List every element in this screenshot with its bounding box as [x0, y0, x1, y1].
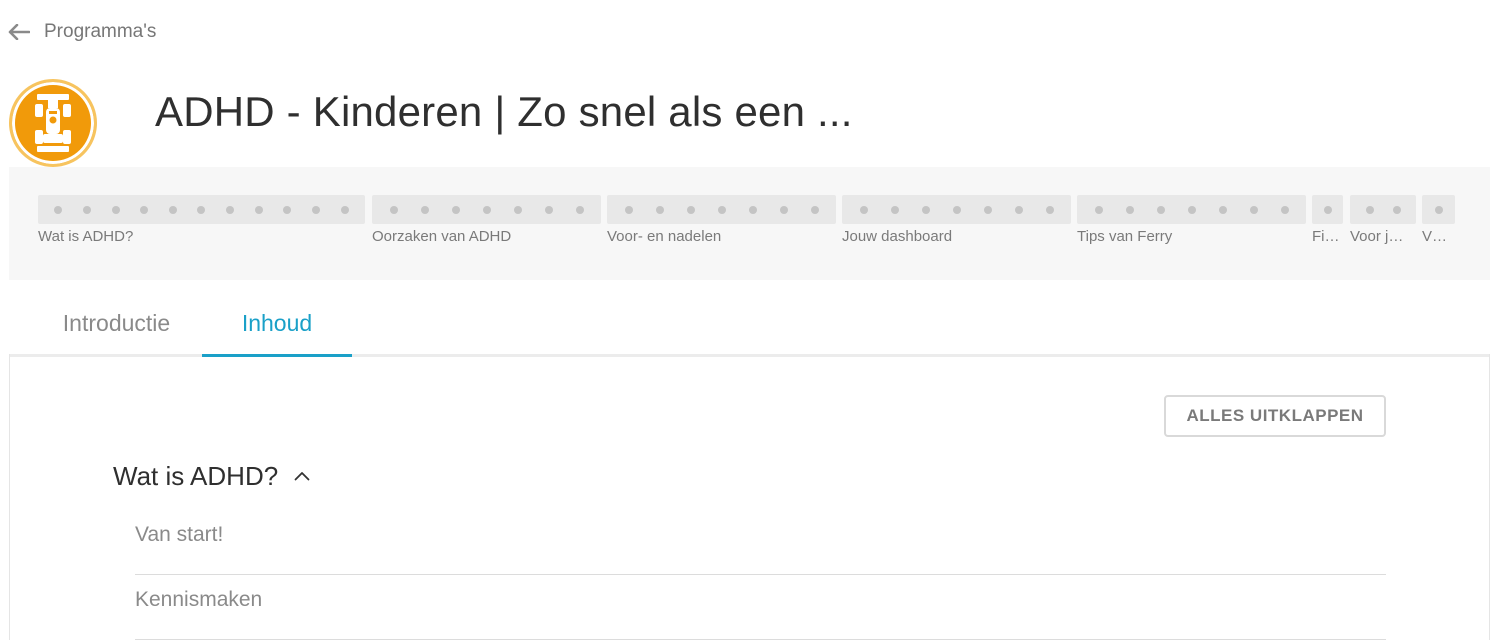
lesson-item-label: Kennismaken [135, 588, 263, 611]
progress-segment-label: Oorzaken van ADHD [372, 228, 512, 245]
chevron-up-icon [294, 472, 310, 481]
program-icon [9, 79, 97, 167]
progress-segment-label: Tips van Ferry [1077, 228, 1173, 245]
progress-track [38, 195, 365, 224]
progress-segment[interactable]: Wat is ADHD? [38, 195, 365, 245]
lesson-item-label: Van start! [135, 523, 224, 546]
progress-segment[interactable]: Oorzaken van ADHD [372, 195, 601, 245]
back-to-programs-link[interactable]: Programma's [8, 18, 156, 46]
tab-inhoud[interactable]: Inhoud [202, 310, 352, 357]
progress-segment-label: Wat is ADHD? [38, 228, 134, 245]
progress-track [372, 195, 601, 224]
arrow-left-icon [8, 24, 30, 40]
progress-segment[interactable]: Voor j… [1350, 195, 1416, 245]
progress-track [1422, 195, 1455, 224]
page-title: ADHD - Kinderen | Zo snel als een ... [155, 88, 853, 135]
progress-segment[interactable]: Voor- en nadelen [607, 195, 836, 245]
expand-all-button[interactable]: ALLES UITKLAPPEN [1164, 395, 1386, 437]
tab-introductie[interactable]: Introductie [29, 310, 204, 357]
progress-segment[interactable]: Tips van Ferry [1077, 195, 1306, 245]
race-car-icon [35, 94, 71, 152]
progress-segment-label: Voor- en nadelen [607, 228, 722, 245]
progress-segment-label: Fi… [1312, 228, 1340, 245]
progress-segment[interactable]: V… [1422, 195, 1455, 245]
tab-bar: Introductie Inhoud [9, 300, 1490, 357]
progress-track [1312, 195, 1343, 224]
progress-segment[interactable]: Fi… [1312, 195, 1343, 245]
progress-track [1350, 195, 1416, 224]
section-title: Wat is ADHD? [113, 460, 279, 491]
progress-segment-label: V… [1422, 228, 1448, 245]
section-header[interactable]: Wat is ADHD? [113, 458, 310, 494]
progress-segment-label: Jouw dashboard [842, 228, 953, 245]
progress-track [842, 195, 1071, 224]
progress-segment[interactable]: Jouw dashboard [842, 195, 1071, 245]
progress-track [607, 195, 836, 224]
progress-overview: Wat is ADHD? Oorzaken van ADHD Voor- en … [9, 167, 1490, 280]
lesson-item-van-start[interactable]: Van start! [135, 511, 1386, 575]
progress-track [1077, 195, 1306, 224]
progress-segment-label: Voor j… [1350, 228, 1404, 245]
lesson-item-kennismaken[interactable]: Kennismaken [135, 576, 1386, 640]
back-link-label: Programma's [44, 21, 157, 42]
